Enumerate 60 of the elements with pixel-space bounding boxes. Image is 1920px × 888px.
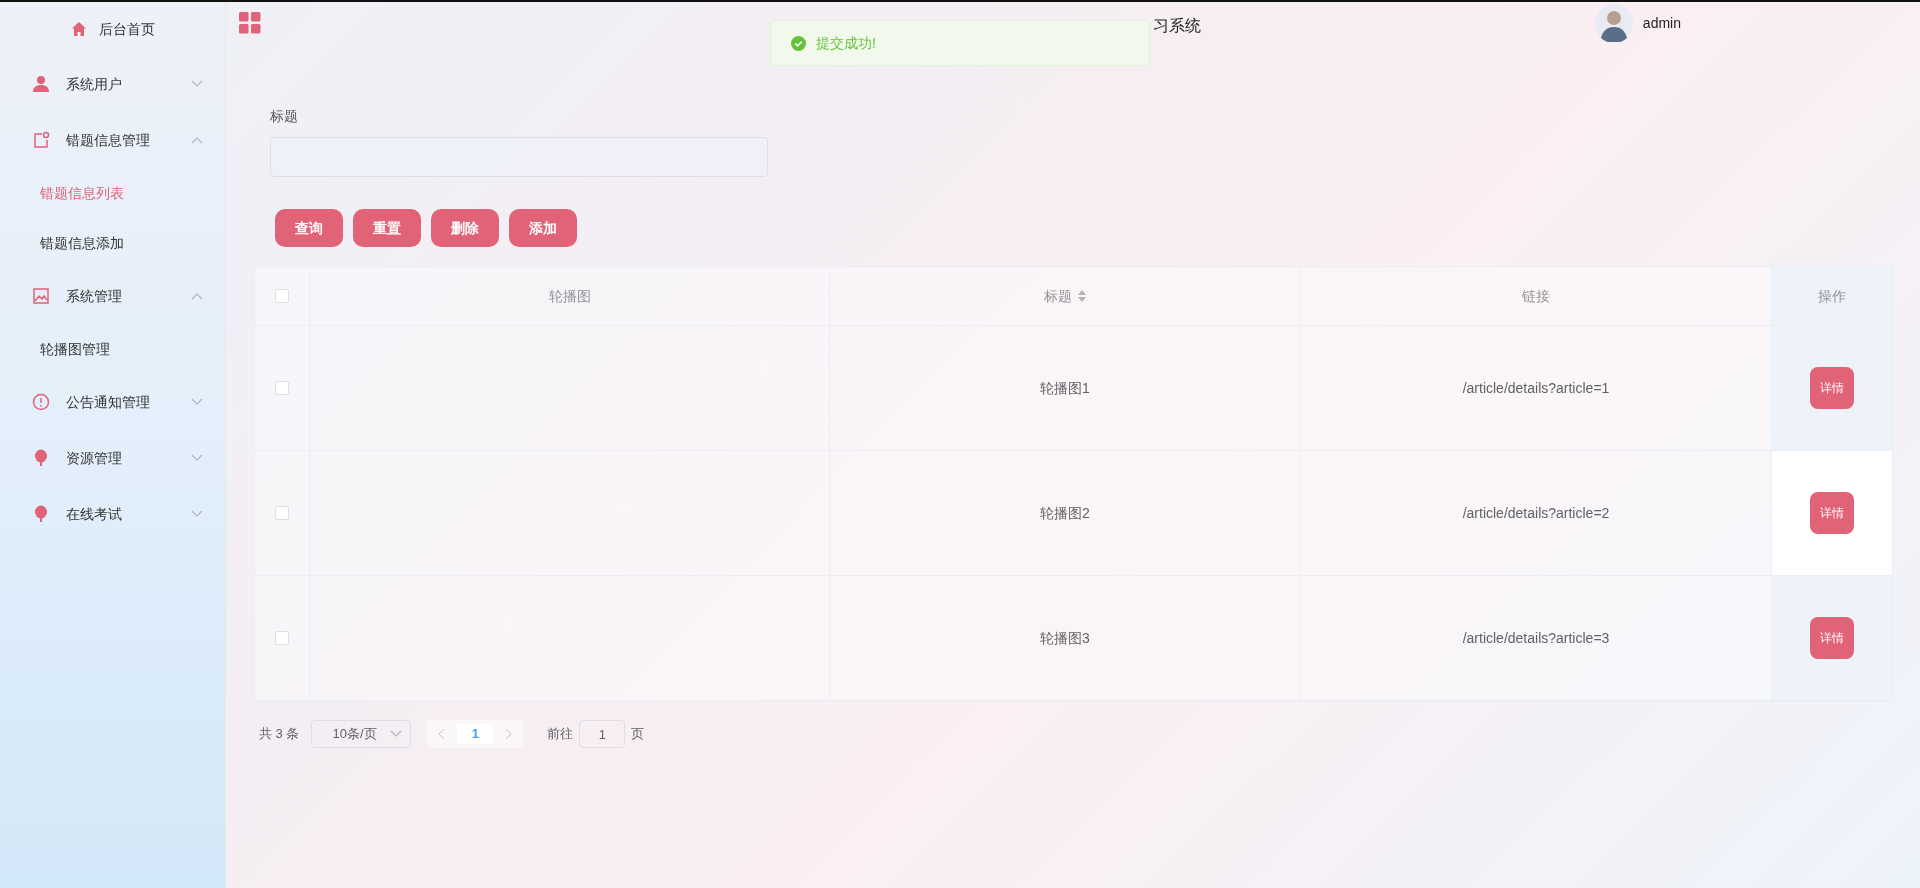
note-icon <box>32 131 50 149</box>
image-icon <box>32 287 50 305</box>
table-cell-text: /article/details?article=2 <box>1462 503 1610 523</box>
column-header: 链接 <box>1522 286 1550 306</box>
sidebar-menu-item[interactable]: 公告通知管理 <box>0 374 225 430</box>
action-button[interactable]: 删除 <box>431 209 499 247</box>
username: admin <box>1642 13 1681 33</box>
sidebar-menu-item[interactable]: 资源管理 <box>0 430 225 486</box>
checkbox[interactable] <box>275 506 289 520</box>
balloon-icon <box>32 449 50 467</box>
checkbox[interactable] <box>275 381 289 395</box>
table-cell-text: /article/details?article=1 <box>1462 378 1610 398</box>
avatar[interactable] <box>1594 4 1633 42</box>
chevron-down-icon <box>191 398 203 406</box>
details-button[interactable]: 详情 <box>1810 617 1854 659</box>
column-header: 轮播图 <box>548 286 591 306</box>
toast-message: 提交成功! <box>816 33 876 53</box>
site-title: 习系统 <box>1153 16 1201 36</box>
page-unit: 页 <box>631 725 645 744</box>
chevron-down-icon <box>390 730 403 738</box>
page-number[interactable]: 1 <box>457 724 494 744</box>
chevron-down-icon <box>191 510 203 518</box>
total-count: 共 3 条 <box>259 725 300 744</box>
sort-icon[interactable] <box>1078 290 1086 302</box>
column-header: 操作 <box>1817 286 1846 306</box>
field-label: 标题 <box>270 107 299 126</box>
goto-label: 前往 <box>547 725 574 744</box>
table-cell-text: 轮播图2 <box>1040 503 1090 523</box>
action-button[interactable]: 添加 <box>509 209 577 247</box>
home-icon <box>70 21 87 37</box>
details-button[interactable]: 详情 <box>1810 492 1854 534</box>
chevron-up-icon <box>191 136 203 144</box>
title-input[interactable] <box>270 137 768 177</box>
home-menu-item[interactable]: 后台首页 <box>0 2 225 56</box>
goto-page-input[interactable]: 1 <box>579 720 626 748</box>
check-circle-icon <box>791 35 806 51</box>
table-cell-text: 轮播图3 <box>1040 628 1090 648</box>
user-icon <box>32 75 50 93</box>
chevron-down-icon <box>191 454 203 462</box>
action-button[interactable]: 查询 <box>275 209 343 247</box>
details-button[interactable]: 详情 <box>1810 367 1854 409</box>
action-button[interactable]: 重置 <box>353 209 421 247</box>
table-cell-text: /article/details?article=3 <box>1462 628 1610 648</box>
sidebar-menu-item[interactable]: 错题信息管理 <box>0 112 225 168</box>
column-header[interactable]: 标题 <box>1044 285 1072 307</box>
chevron-down-icon <box>191 80 203 88</box>
grid-menu-icon[interactable] <box>239 12 261 34</box>
checkbox[interactable] <box>275 289 289 303</box>
sidebar-submenu-item[interactable]: 错题信息添加 <box>0 218 225 268</box>
chevron-up-icon <box>191 292 203 300</box>
page-size-select[interactable]: 10条/页 <box>311 720 412 748</box>
sidebar-menu-item[interactable]: 系统用户 <box>0 56 225 112</box>
sidebar-submenu-item[interactable]: 轮播图管理 <box>0 324 225 374</box>
table-cell-text: 轮播图1 <box>1040 378 1090 398</box>
balloon-icon <box>32 505 50 523</box>
sidebar-menu-item[interactable]: 在线考试 <box>0 486 225 542</box>
sidebar-menu-item[interactable]: 系统管理 <box>0 268 225 324</box>
checkbox[interactable] <box>275 631 289 645</box>
warning-icon <box>32 393 50 411</box>
sidebar-submenu-item[interactable]: 错题信息列表 <box>0 168 225 218</box>
